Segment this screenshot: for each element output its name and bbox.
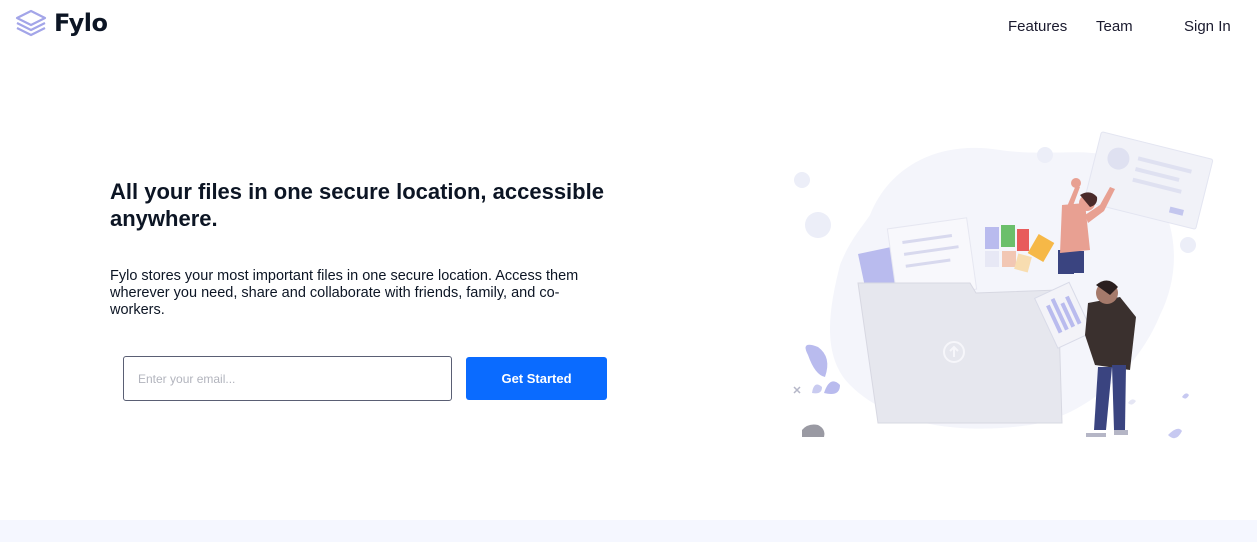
get-started-button[interactable]: Get Started	[466, 357, 607, 400]
stacked-layers-icon	[15, 9, 47, 37]
next-section-band	[0, 520, 1257, 542]
site-header: Fylo Features Team Sign In	[0, 0, 1257, 54]
nav-features[interactable]: Features	[1008, 18, 1067, 35]
brand-name: Fylo	[54, 9, 108, 37]
nav-team[interactable]: Team	[1096, 18, 1133, 35]
logo[interactable]: Fylo	[14, 8, 108, 38]
hero-description: Fylo stores your most important files in…	[110, 268, 579, 318]
hero-title: All your files in one secure location, a…	[110, 179, 604, 231]
hero-illustration	[793, 131, 1214, 439]
email-input[interactable]	[123, 356, 452, 401]
nav-sign-in[interactable]: Sign In	[1184, 18, 1231, 35]
